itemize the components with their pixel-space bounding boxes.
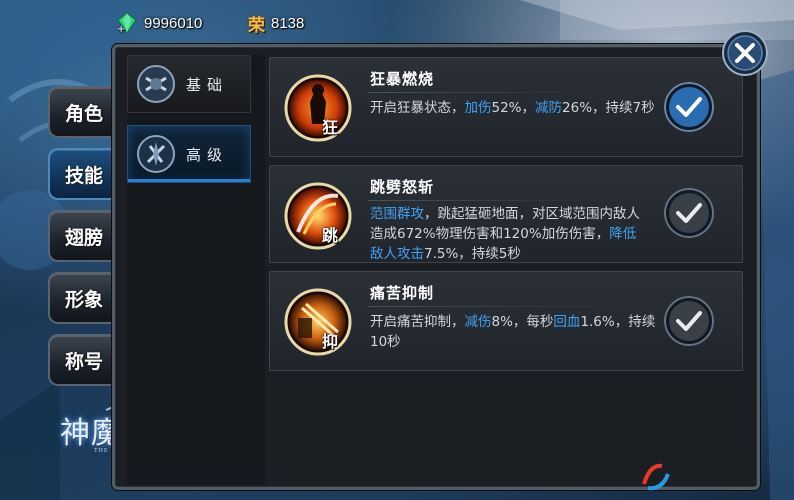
desc-text: 52%， (491, 100, 536, 116)
honor-value: 8138 (271, 14, 305, 32)
subtab-basic[interactable]: 基础 (127, 55, 251, 113)
gem-icon: + (117, 12, 137, 34)
subtab-basic-label: 基础 (186, 75, 229, 94)
close-button[interactable] (722, 30, 768, 76)
advanced-emblem-icon (137, 135, 175, 173)
skill-name: 痛苦抑制 (370, 284, 435, 302)
gem-currency: + 9996010 (116, 10, 202, 36)
skill-name: 跳劈怒斩 (370, 178, 435, 196)
skill-badge: 跳 (322, 226, 339, 245)
skill-divider (368, 306, 636, 307)
skill-badge: 狂 (322, 118, 339, 137)
desc-text: 8%，每秒 (491, 314, 554, 330)
honor-icon: 荣 (248, 15, 265, 35)
skill-description: 开启狂暴状态，加伤52%，减防26%，持续7秒 (370, 98, 660, 118)
skill-list: 狂 狂暴燃烧 开启狂暴状态，加伤52%，减防26%，持续7秒 跳 跳劈怒斩 范围… (263, 55, 751, 485)
desc-highlight: 回血 (553, 314, 581, 330)
skill-badge: 抑 (322, 332, 339, 351)
tab-skills[interactable]: 技能 (48, 148, 118, 200)
desc-text: 26%，持续7秒 (562, 100, 655, 116)
desc-highlight: 减伤 (464, 314, 492, 330)
leap-slash-icon (284, 182, 352, 250)
skill-divider (368, 200, 636, 201)
tab-appearance-label: 形象 (64, 288, 103, 311)
skill-card[interactable]: 跳 跳劈怒斩 范围群攻，跳起猛砸地面，对区域范围内敌人造成672%物理伤害和12… (269, 165, 743, 263)
desc-text: 开启痛苦抑制， (370, 314, 465, 330)
skill-card[interactable]: 抑 痛苦抑制 开启痛苦抑制，减伤8%，每秒回血1.6%，持续10秒 (269, 271, 743, 371)
gem-value: 9996010 (144, 14, 203, 32)
skill-divider (368, 92, 636, 93)
desc-highlight: 减防 (535, 100, 563, 116)
tab-title-label: 称号 (64, 350, 103, 373)
skill-name: 狂暴燃烧 (370, 70, 435, 88)
honor-currency: 荣 8138 (248, 10, 304, 36)
tab-character-label: 角色 (64, 102, 103, 125)
desc-highlight: 加伤 (464, 100, 492, 116)
tab-title[interactable]: 称号 (48, 334, 118, 386)
select-check-button[interactable] (664, 296, 714, 346)
basic-emblem-icon (137, 65, 175, 103)
tab-character[interactable]: 角色 (48, 86, 118, 138)
tab-wings-label: 翅膀 (64, 226, 103, 249)
berserk-icon (284, 74, 352, 142)
subtab-advanced[interactable]: 高级 (127, 125, 251, 183)
skill-description: 开启痛苦抑制，减伤8%，每秒回血1.6%，持续10秒 (370, 312, 656, 352)
watermark-logo-icon (642, 463, 670, 491)
select-check-button[interactable] (664, 82, 714, 132)
select-check-button[interactable] (664, 188, 714, 238)
desc-text: 开启狂暴状态， (370, 100, 465, 116)
skills-panel: 基础 高级 狂 狂暴燃烧 开启狂暴状态，加伤52%，减防26%，持续7秒 跳 跳… (112, 44, 760, 490)
desc-text: 7.5%，持续5秒 (424, 246, 521, 262)
skill-card[interactable]: 狂 狂暴燃烧 开启狂暴状态，加伤52%，减防26%，持续7秒 (269, 57, 743, 157)
svg-text:+: + (117, 24, 125, 34)
desc-highlight: 范围群攻 (370, 206, 424, 222)
tab-wings[interactable]: 翅膀 (48, 210, 118, 262)
tab-skills-label: 技能 (64, 164, 103, 187)
tab-appearance[interactable]: 形象 (48, 272, 118, 324)
suppress-icon (284, 288, 352, 356)
sub-tab-column: 基础 高级 (127, 55, 265, 485)
subtab-advanced-label: 高级 (186, 145, 229, 164)
skill-description: 范围群攻，跳起猛砸地面，对区域范围内敌人造成672%物理伤害和120%加伤伤害，… (370, 204, 642, 264)
